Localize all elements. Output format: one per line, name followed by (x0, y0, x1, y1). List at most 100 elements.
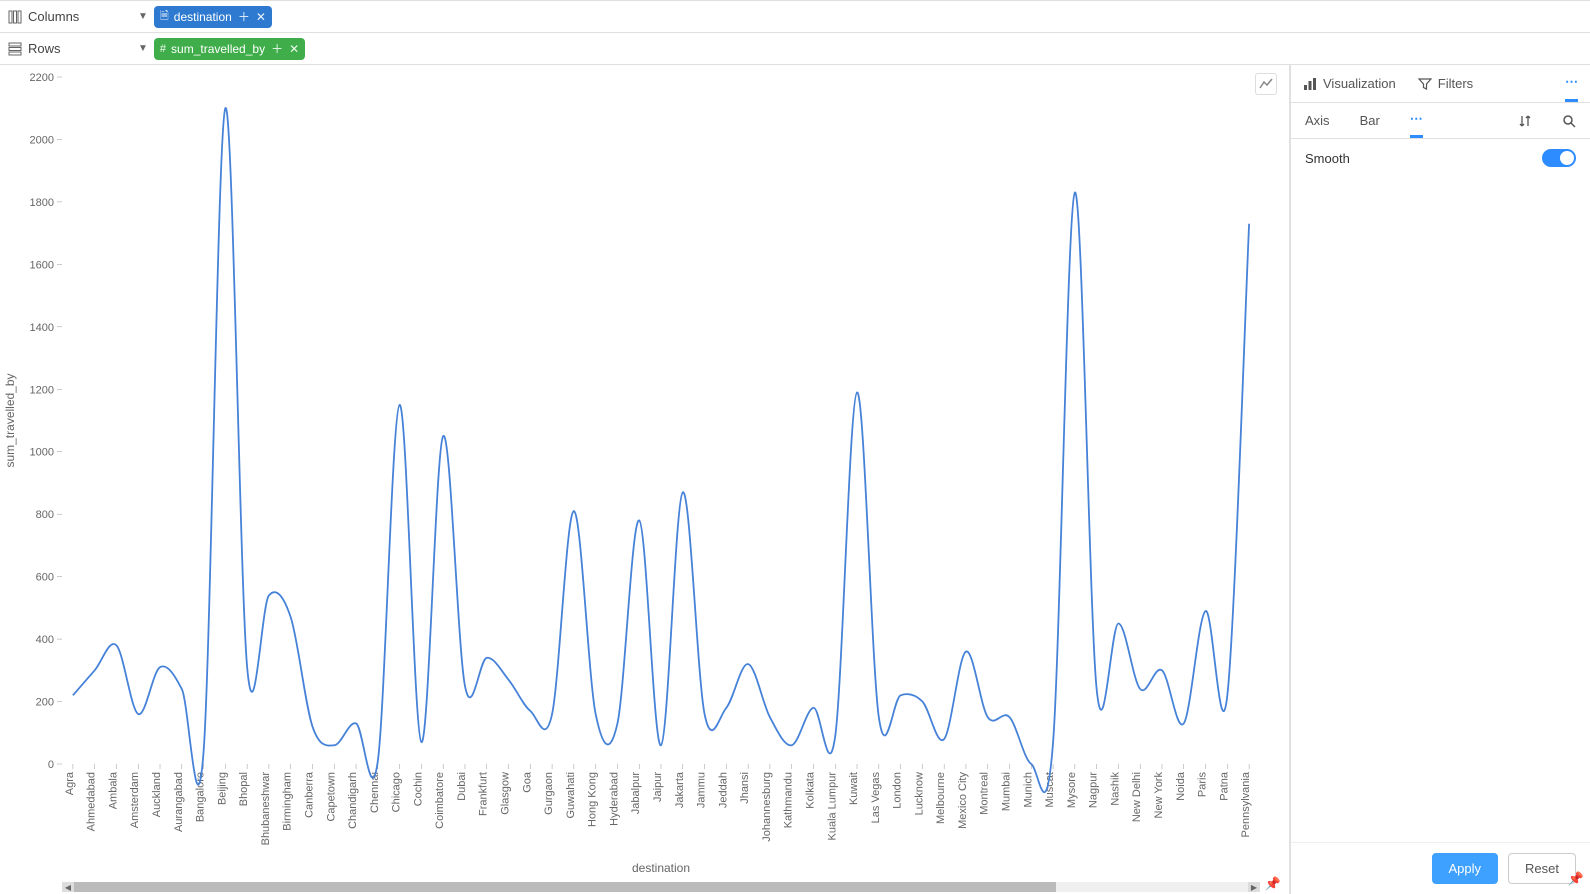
columns-shelf[interactable]: Columns ▼ 🗎 destination ＋ ✕ (0, 0, 1590, 32)
tab-filters[interactable]: Filters (1418, 65, 1473, 102)
chart-pane: 0200400600800100012001400160018002000220… (0, 65, 1290, 894)
columns-shelf-label: Columns (8, 9, 138, 24)
pill-remove-icon[interactable]: ✕ (289, 42, 299, 56)
svg-text:Jeddah: Jeddah (717, 772, 729, 808)
svg-text:200: 200 (36, 697, 54, 709)
svg-text:Mysore: Mysore (1066, 772, 1078, 808)
svg-text:Patna: Patna (1218, 771, 1230, 801)
filter-icon (1418, 77, 1432, 91)
side-panel: Visualization Filters ⋯ Axis Bar ⋯ Smoot… (1290, 65, 1590, 894)
svg-text:Pennsylvania: Pennsylvania (1240, 771, 1252, 837)
svg-text:Kathmandu: Kathmandu (783, 772, 795, 828)
svg-text:Nashik: Nashik (1109, 772, 1121, 806)
string-type-icon: 🗎 (160, 7, 169, 26)
svg-text:Jabalpur: Jabalpur (630, 772, 642, 815)
scroll-left-arrow[interactable]: ◀ (62, 882, 74, 892)
svg-text:Auckland: Auckland (151, 772, 163, 817)
svg-text:Hyderabad: Hyderabad (608, 772, 620, 826)
subtab-axis[interactable]: Axis (1305, 103, 1330, 138)
svg-text:1600: 1600 (30, 259, 54, 271)
option-smooth-label: Smooth (1305, 151, 1350, 166)
tab-visualization[interactable]: Visualization (1303, 65, 1396, 102)
svg-text:Kuwait: Kuwait (848, 772, 860, 805)
svg-text:Agra: Agra (64, 771, 76, 795)
scroll-right-arrow[interactable]: ▶ (1248, 882, 1260, 892)
svg-text:2200: 2200 (30, 72, 54, 84)
svg-text:Bhubaneshwar: Bhubaneshwar (260, 772, 272, 846)
svg-text:Kuala Lumpur: Kuala Lumpur (826, 772, 838, 841)
svg-text:Aurangabad: Aurangabad (173, 772, 185, 832)
rows-label-text: Rows (28, 41, 61, 56)
svg-text:Chandigarh: Chandigarh (347, 772, 359, 829)
rows-shelf[interactable]: Rows ▼ # sum_travelled_by ＋ ✕ (0, 32, 1590, 64)
svg-text:Gurgaon: Gurgaon (543, 772, 555, 815)
svg-text:New Delhi: New Delhi (1131, 772, 1143, 822)
subtab-more[interactable]: ⋯ (1410, 103, 1423, 138)
svg-text:Melbourne: Melbourne (935, 772, 947, 824)
apply-button[interactable]: Apply (1432, 853, 1499, 884)
subtab-sort[interactable] (1518, 103, 1532, 138)
svg-text:1200: 1200 (30, 384, 54, 396)
svg-text:Chicago: Chicago (391, 772, 403, 812)
rows-pill[interactable]: # sum_travelled_by ＋ ✕ (154, 38, 305, 60)
smooth-toggle[interactable] (1542, 149, 1576, 167)
subtab-bar[interactable]: Bar (1360, 103, 1380, 138)
tab-filters-label: Filters (1438, 76, 1473, 91)
svg-text:0: 0 (48, 759, 54, 771)
svg-text:1400: 1400 (30, 322, 54, 334)
svg-text:Birmingham: Birmingham (282, 772, 294, 831)
svg-text:Jhansi: Jhansi (739, 772, 751, 804)
svg-text:Canberra: Canberra (303, 771, 315, 818)
columns-pill[interactable]: 🗎 destination ＋ ✕ (154, 6, 272, 28)
tab-more[interactable]: ⋯ (1565, 65, 1578, 102)
columns-icon (8, 10, 22, 24)
rows-pill-label: sum_travelled_by (171, 42, 265, 56)
svg-text:Amsterdam: Amsterdam (129, 772, 141, 828)
svg-text:Jammu: Jammu (696, 772, 708, 808)
svg-text:Lucknow: Lucknow (913, 772, 925, 815)
rows-shelf-label: Rows (8, 41, 138, 56)
rows-icon (8, 42, 22, 56)
svg-text:Munich: Munich (1022, 772, 1034, 807)
svg-text:New York: New York (1153, 772, 1165, 819)
svg-text:1800: 1800 (30, 197, 54, 209)
svg-text:Jakarta: Jakarta (674, 771, 686, 808)
svg-text:London: London (892, 772, 904, 809)
svg-text:Ambala: Ambala (107, 771, 119, 809)
svg-text:Beijing: Beijing (216, 772, 228, 805)
pin-icon[interactable]: 📌 (1265, 876, 1281, 892)
subtab-search[interactable] (1562, 103, 1576, 138)
svg-text:destination: destination (632, 861, 690, 875)
pill-remove-icon[interactable]: ✕ (256, 10, 266, 24)
scroll-thumb[interactable] (74, 882, 1056, 892)
columns-dropdown[interactable]: ▼ (138, 11, 148, 22)
rows-dropdown[interactable]: ▼ (138, 43, 148, 54)
svg-text:1000: 1000 (30, 447, 54, 459)
svg-text:Guwahati: Guwahati (565, 772, 577, 818)
svg-text:Capetown: Capetown (325, 772, 337, 822)
svg-text:Coimbatore: Coimbatore (434, 772, 446, 829)
reset-button[interactable]: Reset (1508, 853, 1576, 884)
svg-text:Montreal: Montreal (979, 772, 991, 815)
side-pin-icon[interactable]: 📌 (1568, 871, 1584, 887)
horizontal-scrollbar[interactable]: ◀ ▶ (62, 882, 1260, 892)
svg-text:400: 400 (36, 634, 54, 646)
svg-text:Goa: Goa (521, 771, 533, 793)
svg-text:Noida: Noida (1175, 771, 1187, 801)
tab-visualization-label: Visualization (1323, 76, 1396, 91)
columns-label-text: Columns (28, 9, 79, 24)
svg-text:Glasgow: Glasgow (500, 772, 512, 815)
option-smooth: Smooth (1291, 139, 1590, 177)
svg-text:Kolkata: Kolkata (804, 771, 816, 809)
svg-text:Jaipur: Jaipur (652, 772, 664, 802)
pill-add-icon[interactable]: ＋ (238, 8, 250, 25)
visualization-icon (1303, 77, 1317, 91)
svg-text:Cochin: Cochin (412, 772, 424, 806)
svg-text:Hong Kong: Hong Kong (587, 772, 599, 827)
search-icon (1562, 114, 1576, 128)
svg-text:sum_travelled_by: sum_travelled_by (3, 373, 17, 467)
svg-text:Paris: Paris (1197, 772, 1209, 798)
svg-text:Frankfurt: Frankfurt (478, 772, 490, 816)
pill-add-icon[interactable]: ＋ (271, 40, 283, 57)
svg-text:Ahmedabad: Ahmedabad (86, 772, 98, 831)
